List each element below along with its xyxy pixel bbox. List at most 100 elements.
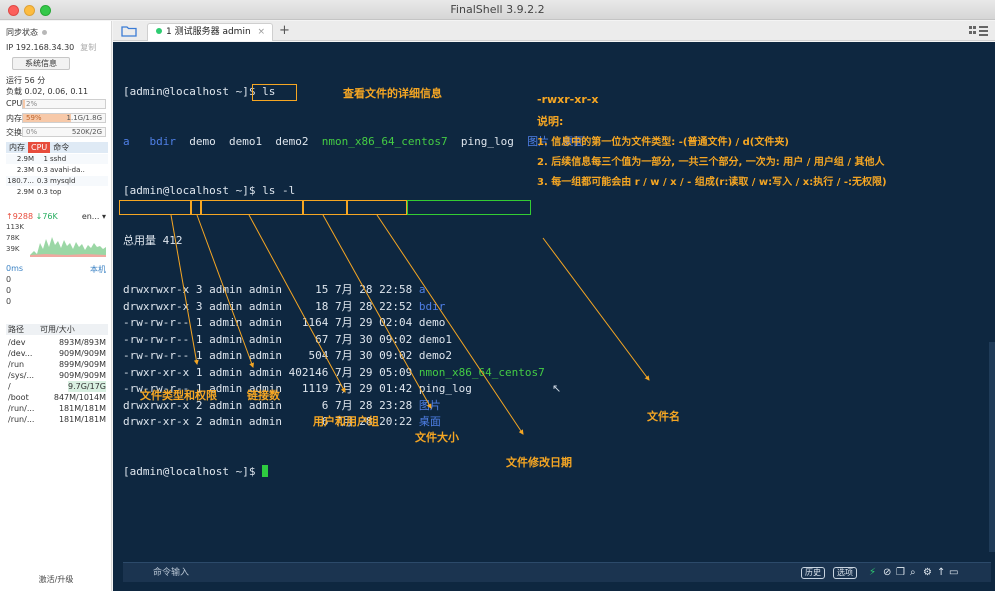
disk-row[interactable]: /dev 893M/893M xyxy=(6,337,108,348)
process-mem: 2.9M xyxy=(16,188,34,196)
file-name: 图片 xyxy=(418,398,441,412)
file-permissions: drwxrwxr-x xyxy=(123,283,190,296)
ping-value: 0 xyxy=(6,286,12,295)
owner-user: admin xyxy=(209,283,243,296)
terminal-area[interactable]: [admin@localhost ~]$ ls a bdir demo demo… xyxy=(113,42,995,591)
disk-table-header: 路径 可用/大小 xyxy=(6,324,108,335)
history-button[interactable]: 历史 xyxy=(801,567,825,579)
ping-host[interactable]: 本机 xyxy=(90,264,106,275)
disk-row[interactable]: /dev... 909M/909M xyxy=(6,348,108,359)
mod-day: 28 xyxy=(359,283,373,296)
mod-month: 7月 xyxy=(334,382,353,395)
process-cpu: 1 xyxy=(43,155,48,163)
maximize-icon[interactable]: ▭ xyxy=(949,566,958,580)
mod-month: 7月 xyxy=(334,349,353,362)
ip-address-row: IP 192.168.34.30 复制 xyxy=(6,42,96,53)
finalshell-window: FinalShell 3.9.2.2 同步状态 IP 192.168.34.30… xyxy=(0,0,995,591)
owner-user: admin xyxy=(209,365,243,379)
lightning-icon[interactable]: ⚡ xyxy=(869,566,876,580)
file-size: 1164 xyxy=(301,316,329,329)
disk-size: 181M/181M xyxy=(58,415,106,424)
process-cmd: avahi-da.. xyxy=(50,166,85,174)
disk-size: 899M/909M xyxy=(58,360,106,369)
mod-day: 30 xyxy=(359,349,373,362)
network-download-area xyxy=(30,237,106,257)
system-info-button[interactable]: 系统信息 xyxy=(12,57,70,70)
process-cmd: top xyxy=(50,188,62,196)
owner-group: admin xyxy=(248,332,282,346)
process-memory-header[interactable]: 内存 xyxy=(6,142,28,153)
process-row[interactable]: 2.9M 1 sshd xyxy=(6,154,108,164)
ls-l-row: -rwxr-xr-x 1 admin admin 402146 7月 29 05… xyxy=(123,365,584,382)
mod-day: 29 xyxy=(359,316,373,329)
ls-item: demo xyxy=(189,134,216,148)
disk-row[interactable]: /run 899M/909M xyxy=(6,359,108,370)
title-bar: FinalShell 3.9.2.2 xyxy=(0,0,995,20)
disk-path: /boot xyxy=(8,393,29,402)
close-tab-icon[interactable]: × xyxy=(257,24,265,40)
ls-item: a xyxy=(123,134,130,148)
folder-icon[interactable] xyxy=(121,25,137,37)
annotation-explain-3: 3. 每一组都可能会由 r / w / x / - 组成(r:读取 / w:写入… xyxy=(537,177,887,188)
disk-row[interactable]: /run/... 181M/181M xyxy=(6,414,108,425)
disk-row[interactable]: /run/... 181M/181M xyxy=(6,403,108,414)
process-row[interactable]: 2.9M 0.3 top xyxy=(6,187,108,197)
file-size: 67 xyxy=(315,332,329,346)
link-count: 1 xyxy=(195,365,203,379)
file-permissions: -rwxr-xr-x xyxy=(123,365,190,379)
mouse-pointer-icon: ↖ xyxy=(552,382,562,395)
process-cpu-header[interactable]: CPU xyxy=(28,142,51,153)
disk-path: /dev xyxy=(8,338,26,347)
disk-row[interactable]: /sys/... 909M/909M xyxy=(6,370,108,381)
process-mem: 2.3M xyxy=(16,166,34,174)
annotation-file-name: 文件名 xyxy=(647,410,680,423)
system-monitor-sidebar: 同步状态 IP 192.168.34.30 复制 系统信息 运行 56 分 负载 … xyxy=(0,21,112,591)
process-row[interactable]: 2.3M 0.3 avahi-da.. xyxy=(6,165,108,175)
ls-l-row: drwxrwxr-x 3 admin admin 15 7月 28 22:58 … xyxy=(123,282,584,299)
gear-icon[interactable]: ⚙ xyxy=(923,566,932,580)
file-name: a xyxy=(418,283,426,296)
link-icon[interactable]: ⊘ xyxy=(883,566,891,580)
file-name: demo xyxy=(418,316,446,329)
terminal-line: [admin@localhost ~]$ ls -l xyxy=(123,183,584,200)
disk-path: /run/... xyxy=(8,404,35,413)
activate-upgrade-link[interactable]: 激活/升级 xyxy=(0,574,112,585)
prompt: [admin@localhost ~]$ xyxy=(123,184,263,197)
file-name: bdir xyxy=(418,299,446,313)
search-icon[interactable]: ⌕ xyxy=(910,566,916,580)
add-tab-button[interactable]: + xyxy=(279,23,290,38)
network-interface-select[interactable]: en... ▾ xyxy=(82,212,106,221)
disk-size: 181M/181M xyxy=(58,404,106,413)
disk-size: 909M/909M xyxy=(58,371,106,380)
process-row[interactable]: 180.7... 0.3 mysqld xyxy=(6,176,108,186)
command-input[interactable] xyxy=(153,566,753,580)
grid-layout-icon[interactable] xyxy=(969,25,989,37)
file-size: 6 xyxy=(321,398,329,412)
owner-group: admin xyxy=(248,349,282,362)
disk-size: 847M/1014M xyxy=(53,393,106,402)
copy-icon[interactable]: ❐ xyxy=(896,566,905,580)
mod-month: 7月 xyxy=(334,332,353,346)
owner-group: admin xyxy=(248,299,282,313)
disk-row[interactable]: / 9.7G/17G xyxy=(6,381,108,392)
disk-row[interactable]: /boot 847M/1014M xyxy=(6,392,108,403)
copy-ip-link[interactable]: 复制 xyxy=(80,43,96,52)
process-mem: 2.9M xyxy=(16,155,34,163)
owner-group: admin xyxy=(248,283,282,296)
process-command-header[interactable]: 命令 xyxy=(50,142,72,153)
file-name: 桌面 xyxy=(418,415,441,428)
memory-percent: 59% xyxy=(26,114,42,122)
owner-user: admin xyxy=(209,332,243,346)
link-count: 1 xyxy=(195,349,203,362)
swap-percent: 0% xyxy=(26,128,38,136)
mod-day: 29 xyxy=(359,365,373,379)
tab-test-server[interactable]: 1 测试服务器 admin × xyxy=(147,23,273,41)
command-bar: 历史 选项 ⚡ ⊘ ❐ ⌕ ⚙ ↑ ▭ xyxy=(123,562,991,582)
terminal-scrollbar[interactable] xyxy=(989,342,995,552)
owner-group: admin xyxy=(248,365,282,379)
memory-label: 内存 xyxy=(6,114,22,123)
upload-icon[interactable]: ↑ xyxy=(937,566,945,580)
connection-status-icon xyxy=(156,27,162,34)
annotation-explain-2: 2. 后续信息每三个值为一部分, 一共三个部分, 一次为: 用户 / 用户组 /… xyxy=(537,157,885,168)
options-button[interactable]: 选项 xyxy=(833,567,857,579)
